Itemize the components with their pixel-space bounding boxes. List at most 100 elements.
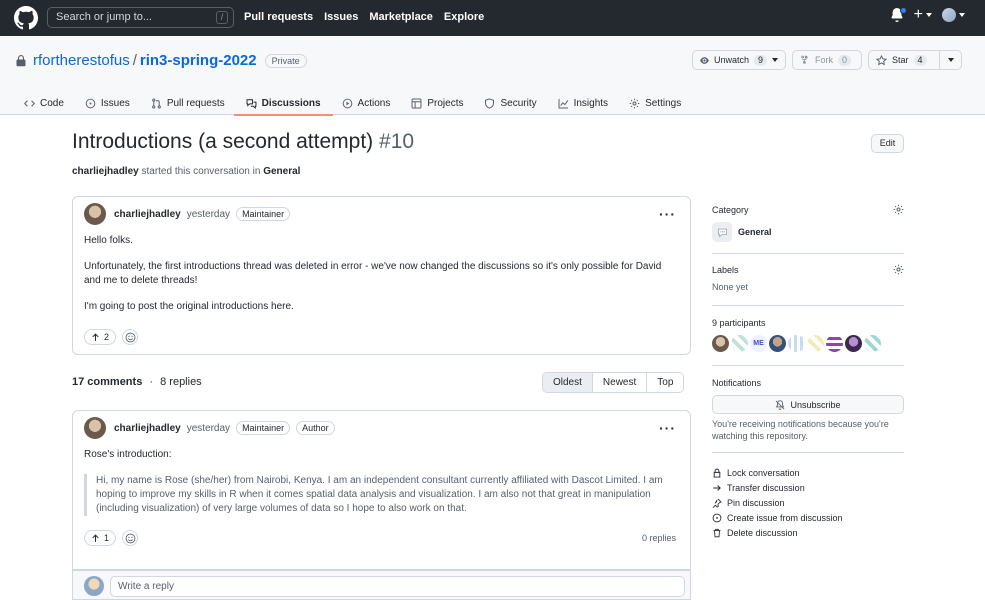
- discussion-icon: [246, 98, 257, 109]
- create-issue-action[interactable]: Create issue from discussion: [712, 510, 904, 525]
- lock-conversation-action[interactable]: Lock conversation: [712, 465, 904, 480]
- avatar[interactable]: [84, 417, 106, 439]
- sort-top[interactable]: Top: [646, 373, 684, 392]
- star-label: Star: [892, 55, 909, 65]
- avatar[interactable]: [712, 335, 729, 352]
- search-placeholder: Search or jump to...: [56, 11, 152, 23]
- gear-icon[interactable]: [893, 204, 904, 215]
- avatar[interactable]: [845, 335, 862, 352]
- plus-icon: +: [913, 6, 923, 23]
- kebab-menu-icon[interactable]: ···: [659, 420, 676, 436]
- comment-author[interactable]: charliejhadley: [114, 423, 181, 434]
- top-nav-explore[interactable]: Explore: [444, 11, 484, 23]
- avatar[interactable]: ME: [750, 335, 767, 352]
- star-icon: [876, 54, 887, 65]
- repo-owner-link[interactable]: rfortherestofus: [33, 52, 130, 69]
- upvote-button[interactable]: 2: [84, 329, 117, 345]
- discussion-number: #10: [379, 130, 415, 153]
- sort-segmented-control: Oldest Newest Top: [542, 372, 685, 393]
- eye-icon: [700, 56, 709, 64]
- post-paragraph: Unfortunately, the first introductions t…: [84, 261, 662, 286]
- bell-slash-icon: [776, 399, 785, 410]
- notifications-bell-icon[interactable]: [890, 7, 907, 22]
- top-nav-pull-requests[interactable]: Pull requests: [244, 11, 313, 23]
- github-logo-icon[interactable]: [14, 6, 38, 30]
- delete-discussion-action[interactable]: Delete discussion: [712, 525, 904, 540]
- chevron-down-icon: [926, 13, 932, 17]
- tab-issues[interactable]: Issues: [85, 91, 130, 115]
- comment-reactions: 1 0 replies: [73, 530, 690, 546]
- participants-list: ME: [712, 335, 904, 352]
- tab-code[interactable]: Code: [24, 91, 64, 115]
- edit-button[interactable]: Edit: [871, 134, 904, 153]
- reply-input[interactable]: Write a reply: [110, 576, 685, 597]
- divider: [712, 253, 904, 254]
- speech-bubble-icon: [712, 222, 732, 242]
- unsubscribe-button[interactable]: Unsubscribe: [712, 395, 904, 414]
- star-button[interactable]: Star 4: [868, 50, 962, 70]
- user-avatar: [942, 8, 956, 22]
- upvote-button[interactable]: 1: [84, 530, 117, 546]
- top-nav-marketplace[interactable]: Marketplace: [369, 11, 433, 23]
- repo-title: rfortherestofus / rin3-spring-2022 Priva…: [15, 52, 307, 69]
- tab-projects[interactable]: Projects: [411, 91, 463, 115]
- add-reaction-button[interactable]: [122, 329, 139, 345]
- upvote-count: 1: [104, 533, 110, 543]
- star-list-dropdown[interactable]: [939, 51, 961, 69]
- smiley-icon: [125, 332, 135, 342]
- comment-quote: Hi, my name is Rose (she/her) from Nairo…: [84, 474, 679, 516]
- repo-name-link[interactable]: rin3-spring-2022: [140, 52, 257, 69]
- fork-icon: [801, 55, 808, 64]
- avatar[interactable]: [788, 335, 805, 352]
- post-author[interactable]: charliejhadley: [114, 209, 181, 220]
- avatar[interactable]: [807, 335, 824, 352]
- user-menu-button[interactable]: [942, 8, 965, 22]
- post-time[interactable]: yesterday: [187, 209, 230, 220]
- avatar[interactable]: [84, 203, 106, 225]
- category-heading: Category: [712, 204, 749, 215]
- unread-dot: [899, 7, 907, 14]
- post-body: Hello folks. Unfortunately, the first in…: [73, 231, 690, 329]
- sidebar-category: Category General: [712, 204, 904, 242]
- comment-time[interactable]: yesterday: [187, 423, 230, 434]
- fork-button[interactable]: Fork 0: [792, 50, 862, 70]
- create-new-button[interactable]: +: [913, 6, 932, 23]
- avatar[interactable]: [769, 335, 786, 352]
- arrow-up-icon: [92, 332, 99, 341]
- avatar[interactable]: [731, 335, 748, 352]
- divider: [712, 452, 904, 453]
- avatar[interactable]: [826, 335, 843, 352]
- top-nav-issues[interactable]: Issues: [324, 11, 358, 23]
- category-item[interactable]: General: [712, 222, 904, 242]
- transfer-discussion-action[interactable]: Transfer discussion: [712, 480, 904, 495]
- tab-actions[interactable]: Actions: [342, 91, 390, 115]
- sort-oldest[interactable]: Oldest: [543, 373, 592, 392]
- tab-settings[interactable]: Settings: [629, 91, 681, 115]
- tab-label: Settings: [645, 97, 682, 109]
- post-reactions: 2: [73, 329, 690, 345]
- current-user-avatar: [84, 576, 104, 596]
- add-reaction-button[interactable]: [122, 530, 139, 546]
- gear-icon[interactable]: [893, 264, 904, 275]
- tab-pull-requests[interactable]: Pull requests: [151, 91, 225, 115]
- search-input[interactable]: Search or jump to... /: [47, 7, 234, 28]
- chevron-down-icon: [772, 58, 778, 62]
- play-icon: [342, 98, 352, 108]
- tab-security[interactable]: Security: [484, 91, 537, 115]
- discussion-category-link[interactable]: General: [263, 166, 300, 177]
- kebab-menu-icon[interactable]: ···: [659, 206, 676, 222]
- pin-discussion-action[interactable]: Pin discussion: [712, 495, 904, 510]
- issue-icon: [85, 98, 96, 108]
- tab-insights[interactable]: Insights: [558, 91, 608, 115]
- author-badge: Author: [296, 421, 335, 435]
- avatar[interactable]: [864, 335, 881, 352]
- sort-newest[interactable]: Newest: [591, 373, 647, 392]
- discussion-author-link[interactable]: charliejhadley: [72, 166, 139, 177]
- tab-discussions[interactable]: Discussions: [233, 91, 333, 116]
- action-label: Delete discussion: [727, 527, 798, 538]
- unwatch-button[interactable]: Unwatch 9: [692, 50, 786, 70]
- notifications-heading: Notifications: [712, 378, 762, 388]
- gear-icon: [629, 98, 640, 108]
- arrow-right-icon: [713, 484, 721, 491]
- pin-icon: [712, 498, 722, 508]
